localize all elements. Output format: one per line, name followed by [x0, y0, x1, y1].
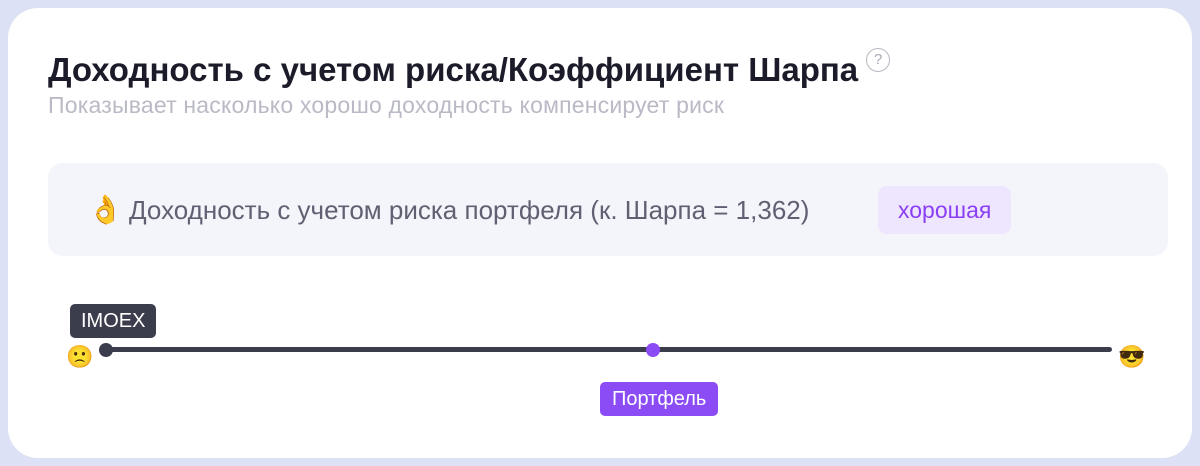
summary-panel: 👌 Доходность с учетом риска портфеля (к.…	[48, 163, 1168, 256]
portfolio-marker	[646, 343, 660, 357]
sad-face-emoji-icon: 🙁	[66, 344, 94, 369]
ok-hand-emoji-icon: 👌	[88, 194, 123, 225]
rating-badge: хорошая	[878, 186, 1012, 234]
sunglasses-face-emoji-icon: 😎	[1118, 344, 1146, 369]
sharpe-ratio-card: Доходность с учетом риска/Коэффициент Ша…	[8, 8, 1192, 458]
scale-track	[105, 347, 1112, 352]
card-header: Доходность с учетом риска/Коэффициент Ша…	[48, 48, 891, 92]
benchmark-marker	[99, 343, 113, 357]
card-subtitle: Показывает насколько хорошо доходность к…	[48, 92, 725, 118]
summary-text: Доходность с учетом риска портфеля (к. Ш…	[129, 195, 810, 225]
help-icon[interactable]: ?	[866, 48, 891, 72]
benchmark-label: IMOEX	[70, 304, 157, 338]
card-title: Доходность с учетом риска/Коэффициент Ша…	[48, 51, 859, 88]
portfolio-label: Портфель	[600, 382, 719, 416]
